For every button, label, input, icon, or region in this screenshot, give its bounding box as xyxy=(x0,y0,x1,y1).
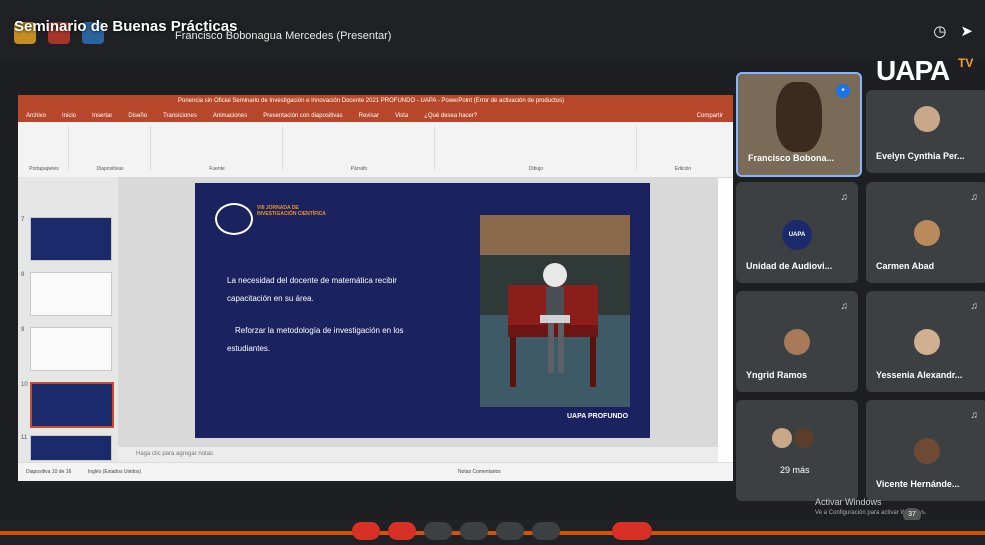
participant-tile[interactable]: ♫ Vicente Hernánde... xyxy=(866,400,985,501)
ppt-window-title: Ponencia sin Oficial Seminario de Invest… xyxy=(178,98,565,104)
participant-name: Francisco Bobona... xyxy=(748,153,835,163)
menu-diseno[interactable]: Diseño xyxy=(128,111,147,122)
menu-compartir[interactable]: Compartir xyxy=(697,111,723,122)
participant-name: Carmen Abad xyxy=(876,261,935,271)
slide-line-4: estudiantes. xyxy=(227,344,271,353)
windows-activation-watermark: Activar Windows xyxy=(815,497,882,507)
slide-header: VIII JORNADA DE INVESTIGACIÓN CIENTÍFICA xyxy=(257,205,326,217)
notes-placeholder: Haga clic para agregar notas xyxy=(136,451,214,457)
slide-line-3: Reforzar la metodología de investigación… xyxy=(235,326,404,335)
status-language: Inglés (Estados Unidos) xyxy=(88,469,142,475)
present-button[interactable] xyxy=(496,522,524,540)
menu-tell-me[interactable]: ¿Qué desea hacer? xyxy=(424,111,477,122)
slide-footer: UAPA PROFUNDO xyxy=(567,413,629,420)
notes-pane[interactable]: Haga clic para agregar notas xyxy=(118,447,718,462)
slide-thumbnail[interactable] xyxy=(30,272,112,316)
slide-thumbnail-active[interactable] xyxy=(30,382,114,428)
hand-icon[interactable] xyxy=(460,522,488,540)
participant-name: Yngrid Ramos xyxy=(746,370,808,380)
robot-photo xyxy=(480,215,630,407)
menu-inicio[interactable]: Inicio xyxy=(62,111,76,122)
share-arrow-icon[interactable]: ➤ xyxy=(960,22,973,40)
participant-name: Unidad de Audiovi... xyxy=(746,261,833,271)
participant-tile[interactable]: ♫ Yngrid Ramos xyxy=(736,291,858,392)
menu-insertar[interactable]: Insertar xyxy=(92,111,112,122)
camera-button[interactable] xyxy=(388,522,416,540)
slide-thumbnails-panel: 7 8 9 10 11 xyxy=(18,177,118,462)
ribbon-group-paragraph[interactable]: Párrafo xyxy=(284,126,435,172)
participant-tile[interactable]: Evelyn Cynthia Per... xyxy=(866,90,985,173)
participant-name: Evelyn Cynthia Per... xyxy=(876,151,965,161)
slide-thumbnail[interactable] xyxy=(30,435,112,461)
speaker-video xyxy=(776,82,822,152)
more-options-button[interactable] xyxy=(532,522,560,540)
ribbon-group-clipboard[interactable]: Portapapeles xyxy=(20,126,69,172)
ribbon-group-slides[interactable]: Diapositivas xyxy=(70,126,151,172)
participant-tile[interactable]: ♫ Yessenia Alexandr... xyxy=(866,291,985,392)
participant-tile[interactable]: ♫ Carmen Abad xyxy=(866,182,985,283)
ppt-menu-bar: Archivo Inicio Insertar Diseño Transicio… xyxy=(18,111,733,122)
slide-thumbnail[interactable] xyxy=(30,217,112,261)
menu-transiciones[interactable]: Transiciones xyxy=(163,111,197,122)
avatar xyxy=(914,106,940,132)
timer-icon[interactable]: ◷ xyxy=(933,22,946,40)
avatar xyxy=(914,220,940,246)
accent-line xyxy=(0,531,985,535)
avatar xyxy=(914,438,940,464)
status-slide-count: Diapositiva 10 de 16 xyxy=(26,469,72,475)
mic-muted-icon: ♫ xyxy=(840,301,849,312)
ribbon-group-editing[interactable]: Edición xyxy=(638,126,728,172)
ribbon-group-font[interactable]: Fuente xyxy=(152,126,283,172)
brand-logo: UAPA xyxy=(876,55,950,86)
brand-tv: TV xyxy=(958,56,974,70)
avatar xyxy=(784,329,810,355)
robot-on-bench-image xyxy=(480,215,630,407)
mic-muted-icon: ♫ xyxy=(840,192,849,203)
status-notes-comments[interactable]: Notas Comentarios xyxy=(458,469,501,475)
ribbon-group-drawing[interactable]: Dibujo xyxy=(436,126,637,172)
shared-screen: Ponencia sin Oficial Seminario de Invest… xyxy=(18,95,733,481)
menu-presentacion[interactable]: Presentación con diapositivas xyxy=(263,111,342,122)
avatar xyxy=(914,329,940,355)
participant-tile[interactable]: ♫ UAPA Unidad de Audiovi... xyxy=(736,182,858,283)
participant-name: Vicente Hernánde... xyxy=(876,479,960,489)
slide-line-1: La necesidad del docente de matemática r… xyxy=(227,276,397,285)
mic-button[interactable] xyxy=(352,522,380,540)
more-participants-label: 29 más xyxy=(780,465,810,475)
mic-muted-icon: ♫ xyxy=(970,301,979,312)
top-right-controls: ◷ ➤ xyxy=(933,22,973,40)
menu-archivo[interactable]: Archivo xyxy=(26,111,46,122)
participant-tile-more[interactable]: 29 más xyxy=(736,400,858,501)
globe-logo-icon xyxy=(215,203,253,235)
slide-line-2: capacitación en su área. xyxy=(227,294,314,303)
menu-animaciones[interactable]: Animaciones xyxy=(213,111,247,122)
mic-muted-icon: ♫ xyxy=(970,192,979,203)
ppt-status-bar: Diapositiva 10 de 16 Inglés (Estados Uni… xyxy=(18,462,733,481)
avatar: UAPA xyxy=(782,220,812,250)
captions-button[interactable] xyxy=(424,522,452,540)
mic-muted-icon: ♫ xyxy=(970,410,979,421)
speaking-indicator-icon: • xyxy=(836,84,850,98)
menu-vista[interactable]: Vista xyxy=(395,111,408,122)
avatar xyxy=(772,428,792,448)
participant-tile-speaking[interactable]: • Francisco Bobona... xyxy=(736,72,862,177)
leave-call-button[interactable] xyxy=(612,522,652,540)
participant-name: Yessenia Alexandr... xyxy=(876,370,963,380)
menu-revisar[interactable]: Revisar xyxy=(359,111,379,122)
presenter-label: Francisco Bobonagua Mercedes (Presentar) xyxy=(175,30,392,42)
slide-thumbnail[interactable] xyxy=(30,327,112,371)
avatar xyxy=(794,428,814,448)
ppt-ribbon: Portapapeles Diapositivas Fuente Párrafo… xyxy=(18,122,733,178)
